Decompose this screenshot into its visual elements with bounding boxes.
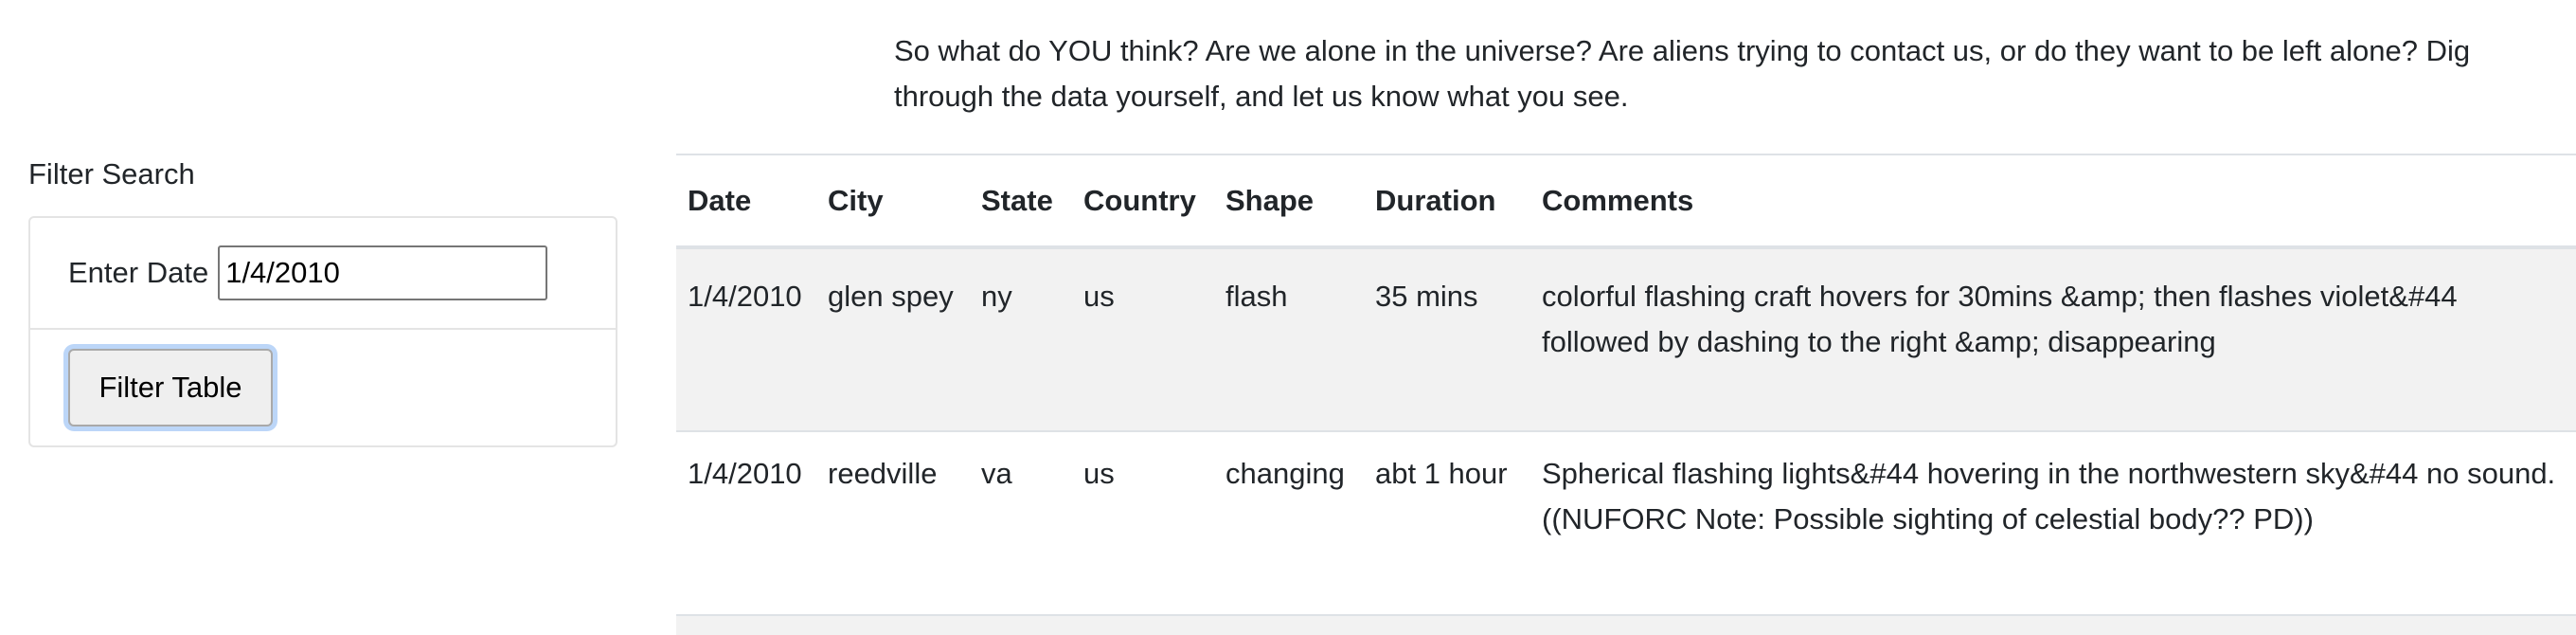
cell-date: 1/4/2010	[676, 246, 816, 431]
cell-country: us	[1072, 246, 1214, 431]
cell-shape: changing	[1214, 430, 1364, 615]
cell-empty	[1530, 614, 2576, 635]
cell-empty	[1364, 614, 1530, 635]
table-header-row: Date City State Country Shape Duration C…	[676, 154, 2576, 249]
column-header-country: Country	[1072, 154, 1214, 249]
cell-comments: colorful flashing craft hovers for 30min…	[1530, 246, 2576, 431]
cell-empty	[1214, 614, 1364, 635]
filter-table-button[interactable]: Filter Table	[68, 349, 273, 426]
column-header-city: City	[816, 154, 970, 249]
filter-panel: Enter Date Filter Table	[28, 216, 617, 447]
column-header-date: Date	[676, 154, 816, 249]
table-body: 1/4/2010 glen spey ny us flash 35 mins c…	[676, 246, 2576, 635]
column-header-comments: Comments	[1530, 154, 2576, 249]
column-header-shape: Shape	[1214, 154, 1364, 249]
intro-paragraph: So what do YOU think? Are we alone in th…	[894, 34, 2471, 113]
cell-state: va	[970, 430, 1072, 615]
filter-sidebar: Filter Search Enter Date Filter Table	[28, 152, 621, 447]
cell-duration: abt 1 hour	[1364, 430, 1530, 615]
cell-empty	[1072, 614, 1214, 635]
table-header: Date City State Country Shape Duration C…	[676, 154, 2576, 249]
cell-shape: flash	[1214, 246, 1364, 431]
enter-date-label: Enter Date	[68, 256, 209, 289]
table-row-partial	[676, 614, 2576, 635]
date-input[interactable]	[218, 245, 548, 300]
date-filter-row: Enter Date	[30, 218, 616, 330]
column-header-state: State	[970, 154, 1072, 249]
cell-state: ny	[970, 246, 1072, 431]
cell-comments: Spherical flashing lights&#44 hovering i…	[1530, 430, 2576, 615]
cell-city: glen spey	[816, 246, 970, 431]
cell-empty	[970, 614, 1072, 635]
ufo-sightings-table: Date City State Country Shape Duration C…	[676, 154, 2576, 635]
cell-empty	[816, 614, 970, 635]
filter-search-heading: Filter Search	[28, 157, 195, 190]
cell-country: us	[1072, 430, 1214, 615]
table-row: 1/4/2010 glen spey ny us flash 35 mins c…	[676, 246, 2576, 431]
cell-duration: 35 mins	[1364, 246, 1530, 431]
cell-date: 1/4/2010	[676, 430, 816, 615]
cell-city: reedville	[816, 430, 970, 615]
cell-empty	[676, 614, 816, 635]
table-row: 1/4/2010 reedville va us changing abt 1 …	[676, 430, 2576, 615]
column-header-duration: Duration	[1364, 154, 1530, 249]
filter-button-row: Filter Table	[30, 330, 616, 445]
